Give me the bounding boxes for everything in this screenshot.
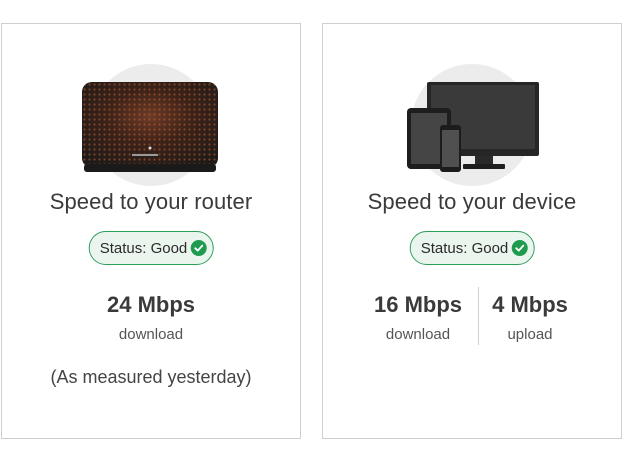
check-circle-icon — [511, 240, 528, 256]
device-upload-value: 4 Mbps — [492, 292, 568, 317]
router-title: Speed to your router — [49, 189, 253, 214]
device-download-value: 16 Mbps — [373, 292, 463, 317]
device-title: Speed to your device — [367, 189, 577, 214]
measurement-note: (As measured yesterday) — [50, 367, 252, 387]
device-status-label: Status: Good — [420, 239, 509, 257]
router-status-label: Status: Good — [99, 239, 188, 257]
router-image — [82, 82, 218, 172]
router-download-value: 24 Mbps — [106, 292, 196, 317]
check-circle-icon — [190, 240, 207, 256]
device-upload-label: upload — [507, 326, 553, 343]
router-hero — [2, 62, 300, 186]
device-download-label: download — [385, 326, 451, 343]
device-download-metric: 16 Mbps download — [363, 292, 473, 343]
device-hero — [323, 62, 621, 186]
device-status-badge: Status: Good — [409, 231, 535, 265]
device-upload-metric: 4 Mbps upload — [484, 292, 576, 343]
metric-divider — [478, 287, 479, 345]
devices-image — [407, 82, 539, 172]
router-speed-card: Speed to your router Status: Good 24 Mbp… — [1, 23, 301, 439]
router-download-label: download — [118, 326, 184, 343]
router-download-metric: 24 Mbps download — [2, 292, 300, 343]
router-status-badge: Status: Good — [88, 231, 214, 265]
device-speed-card: Speed to your device Status: Good 16 Mbp… — [322, 23, 622, 439]
